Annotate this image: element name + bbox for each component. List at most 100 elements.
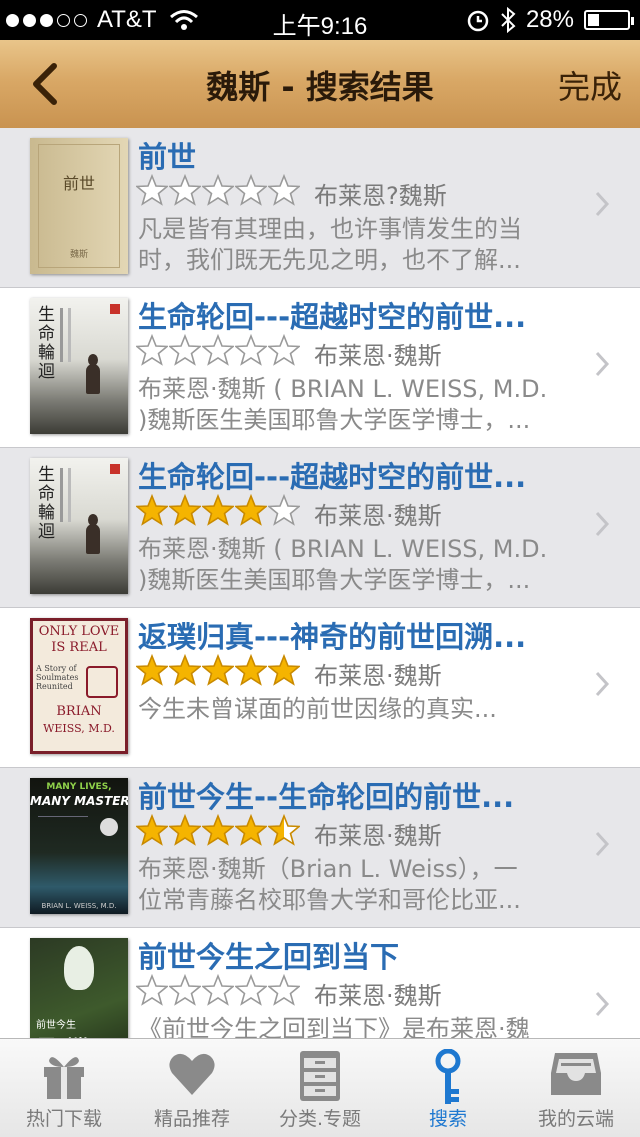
star-rating	[136, 174, 300, 206]
star-icon	[268, 334, 300, 366]
star-rating	[136, 494, 300, 526]
cover-title-line1: ONLY LOVE	[38, 624, 120, 639]
book-cover-image: 生命輪迴	[30, 298, 128, 434]
book-description-line: 布莱恩·魏斯 ( BRIAN L. WEISS, M.D.	[138, 375, 548, 403]
star-icon	[169, 334, 201, 366]
battery-icon	[584, 10, 634, 30]
book-result-row[interactable]: 生命輪迴 生命轮回---超越时空的前世... 布莱恩·魏斯 布莱恩·魏斯 ( BRIA…	[0, 448, 640, 608]
book-cover-image: 生命輪迴	[30, 458, 128, 594]
navigation-bar: 魏斯 - 搜索结果 完成	[0, 40, 640, 128]
star-icon	[268, 974, 300, 1006]
chevron-right-icon	[595, 671, 610, 697]
book-author: 布莱恩·魏斯	[314, 662, 442, 690]
cover-title: 生命輪迴	[38, 305, 55, 382]
star-rating	[136, 654, 300, 686]
book-author: 布莱恩·魏斯	[314, 342, 442, 370]
tab-search[interactable]: 搜索	[384, 1039, 512, 1137]
book-description-line: 《前世今生之回到当下》是布莱恩·魏	[138, 1015, 530, 1038]
cover-top-text: MANY LIVES,	[46, 782, 112, 792]
tab-my-cloud[interactable]: 我的云端	[512, 1039, 640, 1137]
tab-label: 我的云端	[537, 1108, 614, 1130]
star-rating	[136, 334, 300, 366]
book-description-line: 布莱恩·魏斯 ( BRIAN L. WEISS, M.D.	[138, 535, 548, 563]
cover-title: 前世	[62, 174, 95, 193]
star-icon	[235, 814, 267, 846]
book-description: 《前世今生之回到当下》是布莱恩·魏	[138, 1014, 568, 1038]
page-title: 魏斯 - 搜索结果	[206, 68, 434, 106]
star-icon	[136, 494, 168, 526]
book-cover-image: 前世 魏斯	[30, 138, 128, 274]
star-icon	[202, 974, 234, 1006]
cover-author: BRIAN L. WEISS, M.D.	[41, 902, 117, 910]
chevron-right-icon	[595, 191, 610, 217]
book-description-line: 今生未曾谋面的前世因缘的真实...	[138, 695, 497, 723]
tab-label: 精品推荐	[153, 1108, 230, 1130]
cover-author-line1: BRIAN	[56, 704, 102, 719]
tab-hot-downloads[interactable]: 热门下载	[0, 1039, 128, 1137]
star-rating	[136, 814, 300, 846]
star-icon	[235, 974, 267, 1006]
star-icon	[202, 174, 234, 206]
book-description: 凡是皆有其理由，也许事情发生的当 时，我们既无先见之明，也不了解...	[138, 214, 568, 276]
chevron-right-icon	[595, 511, 610, 537]
star-icon	[169, 174, 201, 206]
status-bar: AT&T 上午9:16 28%	[0, 0, 640, 40]
star-icon	[235, 174, 267, 206]
key-icon	[435, 1049, 461, 1104]
cabinet-icon	[300, 1051, 340, 1101]
tab-bar: 热门下载 精品推荐 分类.专题 搜索 我的云端	[0, 1038, 640, 1137]
cover-author: 魏斯	[69, 250, 88, 260]
cover-small-text: 前世今生	[36, 1020, 76, 1031]
star-icon	[202, 334, 234, 366]
star-icon	[169, 494, 201, 526]
star-icon	[235, 334, 267, 366]
book-result-row[interactable]: 前世今生回到當下Messages From The Masters 前世今生之回到…	[0, 928, 640, 1038]
book-title: 生命轮回---超越时空的前世...	[138, 300, 527, 334]
chevron-right-icon	[595, 351, 610, 377]
star-icon	[268, 174, 300, 206]
book-title: 前世今生--生命轮回的前世...	[138, 780, 515, 814]
book-author: 布莱恩·魏斯	[314, 822, 442, 850]
chevron-right-icon	[595, 831, 610, 857]
tab-label: 热门下载	[25, 1108, 102, 1130]
done-button[interactable]: 完成	[558, 62, 622, 108]
cover-subtitle: A Story of Soulmates Reunited	[36, 664, 79, 691]
star-icon	[136, 334, 168, 366]
gift-icon	[44, 1057, 84, 1099]
book-description-line: 时，我们既无先见之明，也不了解...	[138, 246, 521, 274]
star-icon	[202, 814, 234, 846]
book-description-line: )魏斯医生美国耶鲁大学医学博士，...	[138, 566, 531, 594]
book-description: 布莱恩·魏斯 ( BRIAN L. WEISS, M.D. )魏斯医生美国耶鲁大学…	[138, 534, 568, 596]
book-description: 布莱恩·魏斯 ( BRIAN L. WEISS, M.D.)魏斯医生美国耶鲁大学…	[138, 374, 568, 436]
cover-author-line2: WEISS, M.D.	[43, 722, 115, 735]
tab-categories[interactable]: 分类.专题	[256, 1039, 384, 1137]
battery-percent: 28%	[525, 6, 574, 33]
book-title: 前世	[138, 140, 197, 174]
star-icon	[235, 494, 267, 526]
book-cover-image: MANY LIVES, MANY MASTERS BRIAN L. WEISS, M…	[30, 778, 128, 914]
bluetooth-icon	[501, 7, 516, 33]
book-description-line: 位常青藤名校耶鲁大学和哥伦比亚...	[138, 886, 521, 914]
star-icon	[202, 654, 234, 686]
star-icon	[268, 814, 300, 846]
book-result-row[interactable]: ONLY LOVE IS REAL A Story of Soulmates Reu…	[0, 608, 640, 768]
book-title: 前世今生之回到当下	[138, 940, 400, 974]
chevron-right-icon	[595, 991, 610, 1017]
search-results-list: 前世 魏斯 前世 布莱恩?魏斯 凡是皆有其理由，也许事情发生的当 时，我们既无先见之明，也…	[0, 128, 640, 1038]
book-description: 今生未曾谋面的前世因缘的真实...	[138, 694, 568, 725]
alarm-icon	[467, 10, 489, 32]
book-result-row[interactable]: 前世 魏斯 前世 布莱恩?魏斯 凡是皆有其理由，也许事情发生的当 时，我们既无先见之明，也…	[0, 128, 640, 288]
book-title: 返璞归真---神奇的前世回溯...	[138, 620, 527, 654]
book-result-row[interactable]: 生命輪迴 生命轮回---超越时空的前世... 布莱恩·魏斯布莱恩·魏斯 ( BRIA…	[0, 288, 640, 448]
tab-label: 分类.专题	[278, 1108, 362, 1130]
cover-title-line2: IS REAL	[51, 640, 107, 655]
tab-featured[interactable]: 精品推荐	[128, 1039, 256, 1137]
book-cover-image: ONLY LOVE IS REAL A Story of Soulmates Reu…	[30, 618, 128, 754]
inbox-icon	[551, 1053, 601, 1095]
tab-label: 搜索	[428, 1108, 467, 1130]
book-description-line: 布莱恩·魏斯（Brian L. Weiss），一	[138, 855, 518, 883]
book-result-row[interactable]: MANY LIVES, MANY MASTERS BRIAN L. WEISS, M…	[0, 768, 640, 928]
cover-title: 生命輪迴	[38, 465, 55, 542]
book-author: 布莱恩·魏斯	[314, 982, 442, 1010]
star-icon	[202, 494, 234, 526]
